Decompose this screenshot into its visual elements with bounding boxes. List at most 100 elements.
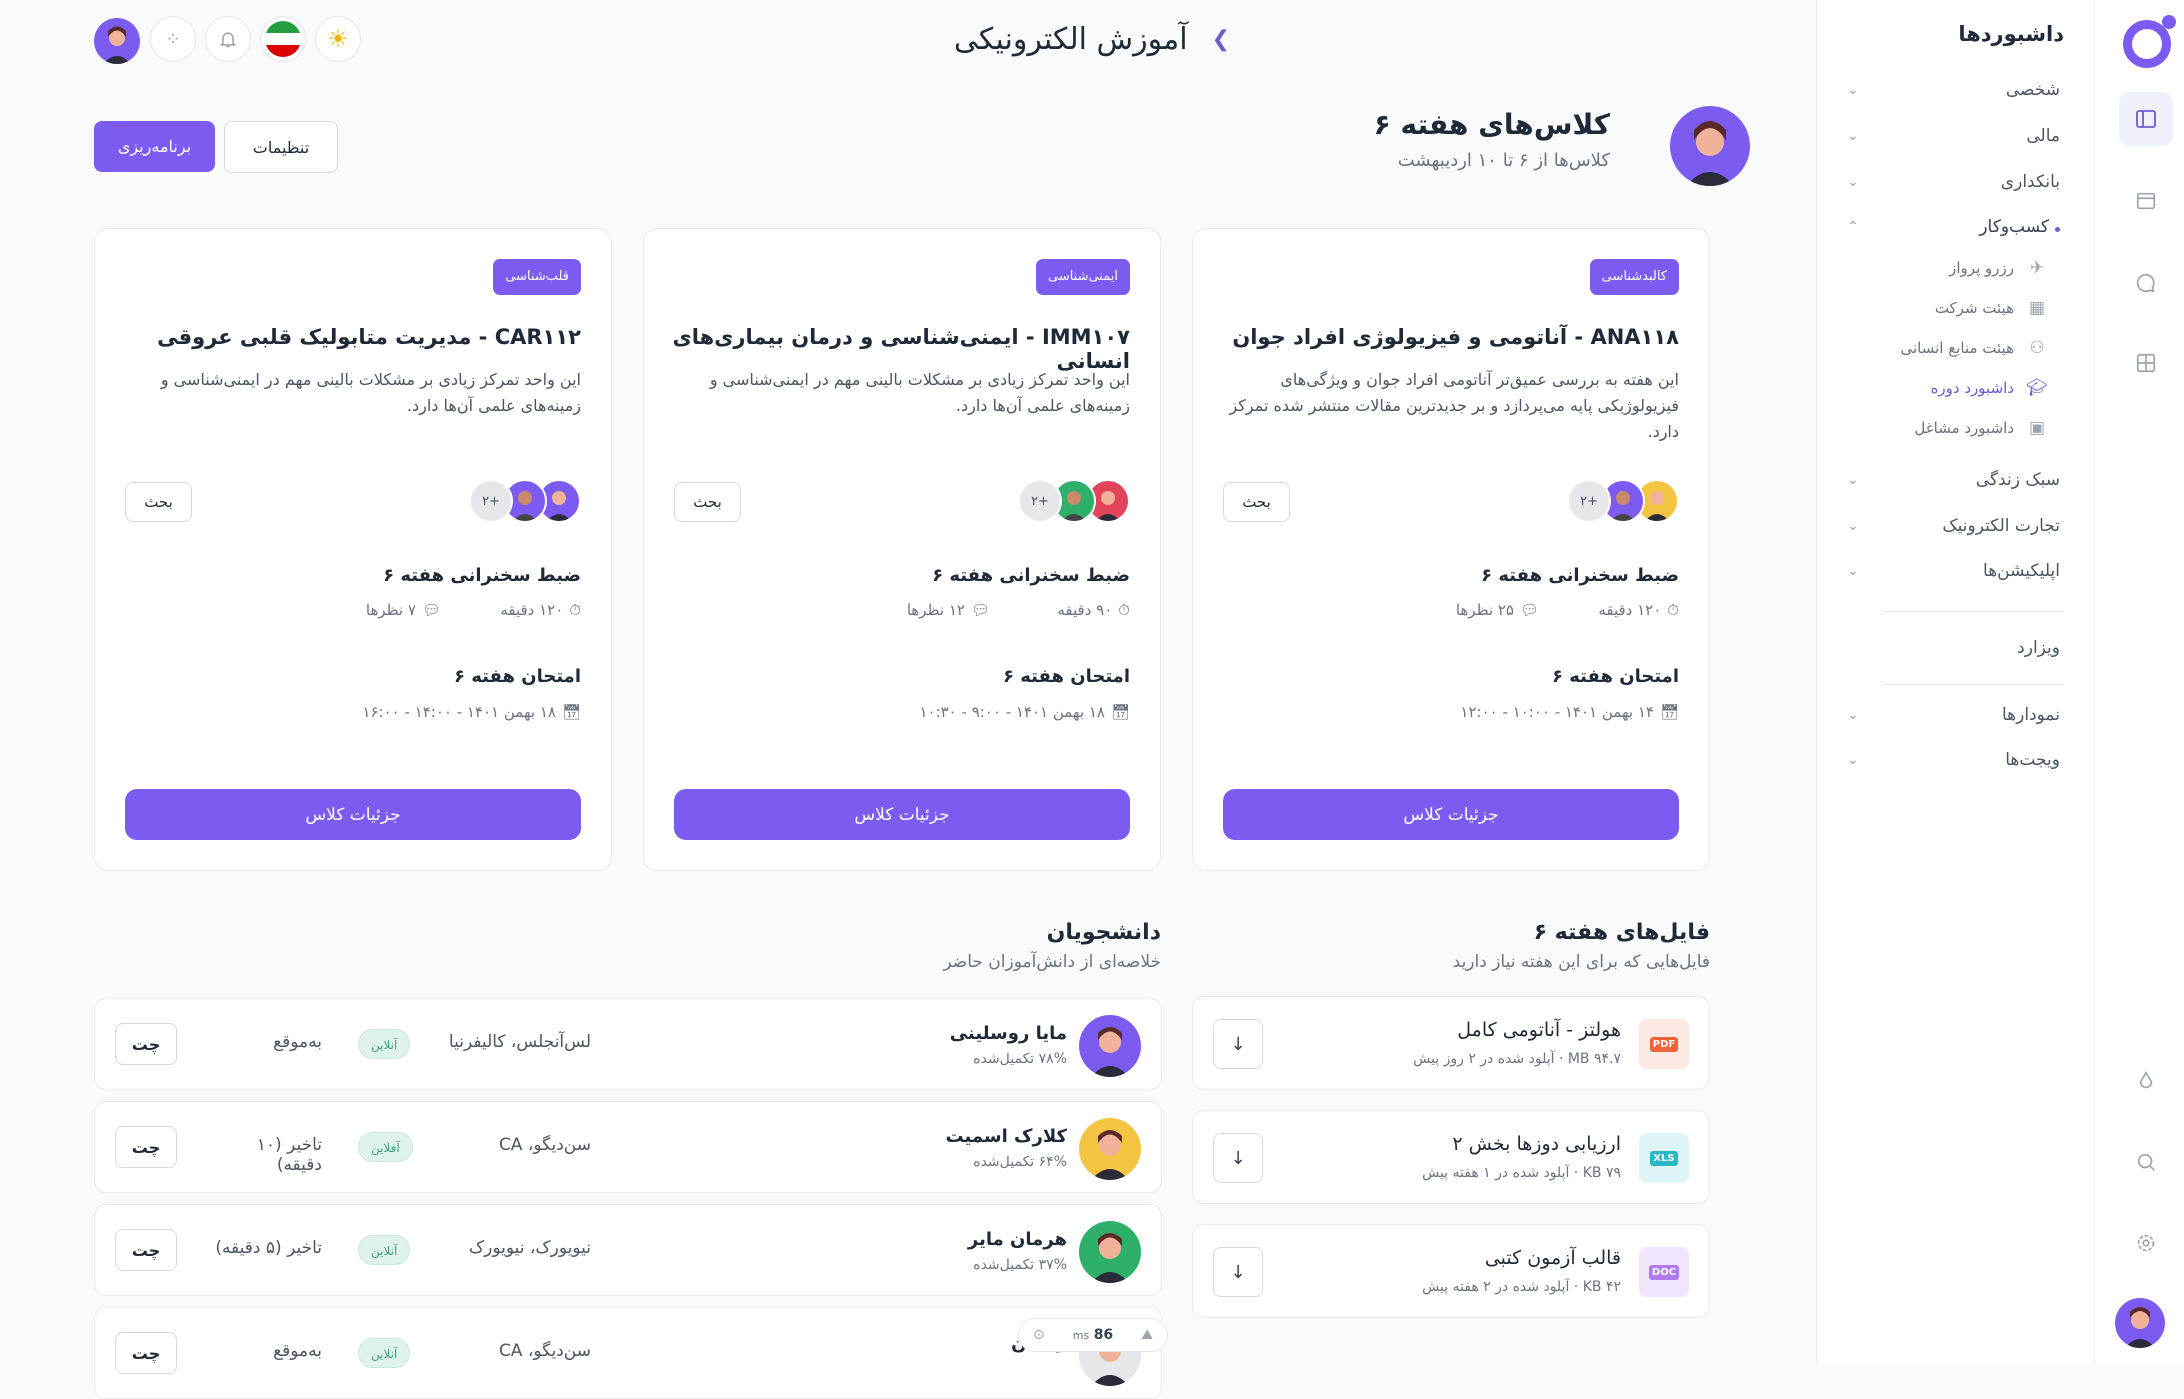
sidebar-item-finance[interactable]: مالی ⌄ xyxy=(1847,118,2060,154)
lecture-comments[interactable]: 💬︎ ۷ نظرها xyxy=(366,601,441,619)
sidebar-item-wizard[interactable]: ویزارد xyxy=(1847,630,2060,666)
top-title-bar: ❯ آموزش الکترونیکی xyxy=(954,22,1230,57)
discuss-button[interactable]: بحث xyxy=(674,482,741,522)
calendar-icon[interactable] xyxy=(2119,174,2173,228)
chat-button[interactable]: چت xyxy=(115,1023,177,1065)
app-logo-icon[interactable] xyxy=(2123,15,2176,68)
exam-time-text: ۱۴ بهمن ۱۴۰۱ - ۱۰:۰۰ - ۱۲:۰۰ xyxy=(1460,703,1654,721)
class-details-button[interactable]: جزئیات کلاس xyxy=(1223,789,1679,840)
sidebar-item-label: تجارت الکترونیک xyxy=(1942,516,2060,536)
file-type-icon: XLS xyxy=(1639,1133,1689,1183)
class-tag[interactable]: کالبدشناسی xyxy=(1589,259,1679,295)
file-row[interactable]: XLS ارزیابی دوزها بخش ۲ ۷۹ KB · آپلود شد… xyxy=(1192,1110,1710,1204)
chat-button[interactable]: چت xyxy=(115,1229,177,1271)
class-details-button[interactable]: جزئیات کلاس xyxy=(125,789,581,840)
lecture-comments[interactable]: 💬︎ ۲۵ نظرها xyxy=(1456,601,1539,619)
chat-button[interactable]: چت xyxy=(115,1332,177,1374)
chevron-down-icon: ⌄ xyxy=(1847,707,1859,723)
calendar-icon: 📅︎ xyxy=(561,703,581,721)
search-icon[interactable] xyxy=(2119,1135,2173,1189)
sidebar-subitem-hr[interactable]: ⚇ هیئت منابع انسانی xyxy=(1847,332,2048,364)
sidebar-subitem-flight[interactable]: ✈ رزرو پرواز xyxy=(1847,252,2048,284)
student-avatar xyxy=(1079,1118,1141,1180)
mountain-icon: ⛰︎ xyxy=(1141,1327,1153,1343)
sidebar-item-apps[interactable]: اپلیکیشن‌ها ⌄ xyxy=(1847,553,2060,589)
sidebar-item-ecommerce[interactable]: تجارت الکترونیک ⌄ xyxy=(1847,508,2060,544)
chevron-down-icon: ⌄ xyxy=(1847,563,1859,579)
sidebar-subitem-jobs[interactable]: ▣ داشبورد مشاغل xyxy=(1847,412,2048,444)
file-name: هولتز - آناتومی کامل xyxy=(1457,1019,1621,1041)
class-tag[interactable]: قلب‌شناسی xyxy=(493,259,581,295)
comments-text: ۲۵ نظرها xyxy=(1455,601,1514,619)
bell-icon[interactable] xyxy=(205,16,251,62)
comment-icon: 💬︎ xyxy=(1519,601,1539,619)
theme-sun-icon[interactable]: ☀ xyxy=(315,16,361,62)
student-row: کلارک اسمیت ۶۴% تکمیل‌شده سن‌دیگو، CA آف… xyxy=(94,1101,1162,1193)
download-arrow-icon[interactable]: ↓ xyxy=(1213,1133,1263,1183)
settings-button[interactable]: تنظیمات xyxy=(224,121,338,173)
user-avatar[interactable] xyxy=(2115,1298,2165,1348)
perf-badge[interactable]: ⊙ ms 86 ⛰︎ xyxy=(1018,1318,1168,1352)
file-row[interactable]: DOC قالب آزمون کتبی ۴۲ KB · آپلود شده در… xyxy=(1192,1224,1710,1318)
file-row[interactable]: PDF هولتز - آناتومی کامل ۹۴.۷ MB · آپلود… xyxy=(1192,996,1710,1090)
class-description-line: این هفته به بررسی عمیق‌تر آناتومی افراد … xyxy=(1280,370,1679,389)
more-members-count[interactable]: ۲+ xyxy=(1018,479,1062,523)
class-card: قلب‌شناسی CAR۱۱۲ - مدیریت متابولیک قلبی … xyxy=(94,228,612,871)
file-type-label: XLS xyxy=(1650,1150,1678,1166)
class-title: IMM۱۰۷ - ایمنی‌شناسی و درمان بیماری‌های … xyxy=(672,325,1130,373)
grid-icon[interactable] xyxy=(2119,336,2173,390)
sidebar-subitem-label: داشبورد مشاغل xyxy=(1914,419,2014,437)
more-members-count[interactable]: ۲+ xyxy=(469,479,513,523)
language-flag-icon[interactable] xyxy=(260,16,306,62)
sidebar-subitem-course[interactable]: 🎓︎ داشبورد دوره xyxy=(1847,372,2048,404)
discuss-button[interactable]: بحث xyxy=(1223,482,1290,522)
lecture-duration: ⏱︎ ۹۰ دقیقه xyxy=(1057,601,1130,619)
file-type-label: PDF xyxy=(1649,1036,1679,1052)
class-description-line: دارد. xyxy=(1647,422,1679,441)
sidebar-subitem-company[interactable]: ▦ هیئت شرکت xyxy=(1847,292,2048,324)
lecture-title: ضبط سخنرانی هفته ۶ xyxy=(932,565,1130,586)
graduation-cap-icon: 🎓︎ xyxy=(2026,378,2048,398)
page-avatar xyxy=(1670,106,1750,186)
punctuality-text: تاخیر (۵ دقیقه) xyxy=(215,1238,322,1258)
comment-icon: 💬︎ xyxy=(421,601,441,619)
file-type-icon: DOC xyxy=(1639,1247,1689,1297)
chat-button[interactable]: چت xyxy=(115,1126,177,1168)
sidebar-item-lifestyle[interactable]: سبک زندگی ⌄ xyxy=(1847,462,2060,498)
sidebar-item-label: مالی xyxy=(2026,126,2060,146)
punctuality-text: به‌موقع xyxy=(273,1032,322,1052)
student-progress: ۳۷% تکمیل‌شده xyxy=(973,1257,1067,1273)
apps-grid-icon[interactable]: ⁘ xyxy=(150,16,196,62)
class-tag[interactable]: ایمنی‌شناسی xyxy=(1035,259,1130,295)
sidebar-subitem-label: هیئت منابع انسانی xyxy=(1900,339,2015,357)
class-description: این واحد تمرکز زیادی بر مشکلات بالینی مه… xyxy=(115,367,581,419)
sidebar-item-personal[interactable]: شخصی ⌄ xyxy=(1847,72,2060,108)
profile-avatar[interactable] xyxy=(94,18,140,64)
chevron-right-icon[interactable]: ❯ xyxy=(1212,27,1230,52)
chat-icon[interactable] xyxy=(2119,256,2173,310)
sidebar-item-business[interactable]: کسب‌وکار ⌃ xyxy=(1847,209,2060,245)
discuss-button[interactable]: بحث xyxy=(125,482,192,522)
class-details-button[interactable]: جزئیات کلاس xyxy=(674,789,1130,840)
drop-icon[interactable] xyxy=(2119,1054,2173,1108)
schedule-button[interactable]: برنامه‌ریزی xyxy=(94,121,215,172)
file-type-label: DOC xyxy=(1648,1264,1680,1280)
students-title: دانشجویان xyxy=(1046,920,1161,945)
class-card: کالبدشناسی ANA۱۱۸ - آناتومی و فیزیولوژی … xyxy=(1192,228,1710,871)
sidebar-subitem-label: داشبورد دوره xyxy=(1930,379,2014,397)
sidebar-item-banking[interactable]: بانکداری ⌄ xyxy=(1847,164,2060,200)
page-subtitle: کلاس‌ها از ۶ تا ۱۰ اردیبهشت xyxy=(1397,150,1610,171)
more-members-count[interactable]: ۲+ xyxy=(1567,479,1611,523)
sidebar-item-widgets[interactable]: ویجت‌ها ⌄ xyxy=(1847,742,2060,778)
student-row: ریکمن سن‌دیگو، CA آنلاین به‌موقع چت xyxy=(94,1307,1162,1399)
lecture-duration: ⏱︎ ۱۲۰ دقیقه xyxy=(500,601,581,619)
lecture-comments[interactable]: 💬︎ ۱۲ نظرها xyxy=(907,601,990,619)
sidebar-toggle-icon[interactable] xyxy=(2119,92,2173,146)
sidebar-item-charts[interactable]: نمودارها ⌄ xyxy=(1847,697,2060,733)
exam-title: امتحان هفته ۶ xyxy=(454,666,581,687)
download-arrow-icon[interactable]: ↓ xyxy=(1213,1247,1263,1297)
exam-time: 📅︎ ۱۸ بهمن ۱۴۰۱ - ۹:۰۰ - ۱۰:۳۰ xyxy=(919,703,1130,721)
settings-gear-icon[interactable] xyxy=(2119,1216,2173,1270)
download-arrow-icon[interactable]: ↓ xyxy=(1213,1019,1263,1069)
active-dot-icon xyxy=(2055,227,2060,232)
